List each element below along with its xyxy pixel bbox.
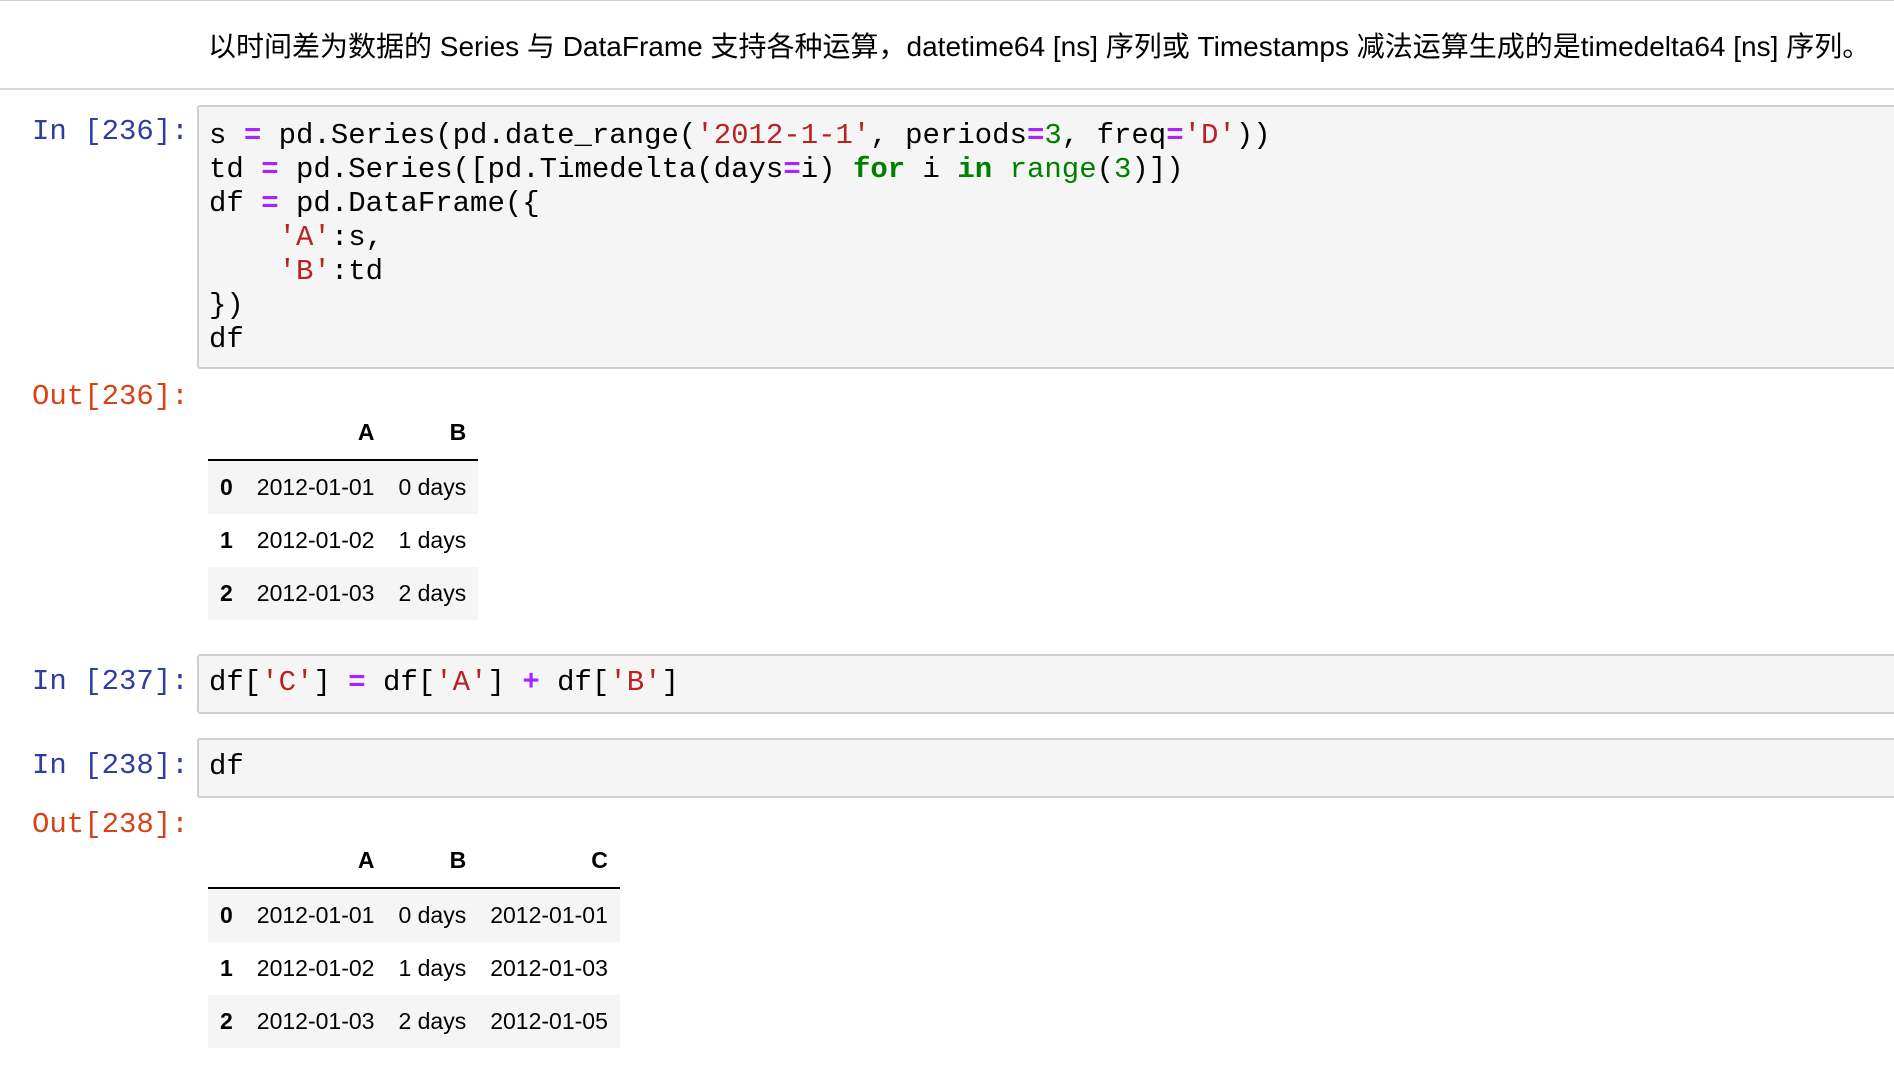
code-input-area-237[interactable]: df['C'] = df['A'] + df['B']	[197, 654, 1894, 714]
code-editor-236[interactable]: s = pd.Series(pd.date_range('2012-1-1', …	[209, 119, 1271, 357]
table-cell: 2012-01-02	[256, 955, 375, 981]
code-line: df	[209, 750, 244, 783]
table-row: 2 2012-01-03 2 days 2012-01-05	[208, 995, 620, 1048]
table-cell: 0 days	[398, 474, 467, 500]
code-line: 'B':td	[278, 255, 384, 288]
output-prompt-236: Out[236]:	[32, 380, 189, 413]
column-header: A	[244, 405, 387, 461]
code-editor-237[interactable]: df['C'] = df['A'] + df['B']	[209, 666, 679, 700]
code-line: td = pd.Series([pd.Timedelta(days=i) for…	[209, 153, 1184, 186]
input-prompt-236: In [236]:	[32, 115, 189, 148]
code-line: df	[209, 323, 244, 356]
table-cell: 2012-01-05	[490, 1008, 608, 1034]
dataframe-output-238: A B C 0 2012-01-01 0 days 2012-01-01 1 2…	[208, 833, 620, 1048]
row-index: 0	[220, 902, 233, 928]
table-cell: 1 days	[398, 955, 467, 981]
input-prompt-238: In [238]:	[32, 749, 189, 782]
code-line: df['C'] = df['A'] + df['B']	[209, 666, 679, 699]
index-header	[208, 405, 245, 461]
markdown-text: 以时间差为数据的 Series 与 DataFrame 支持各种运算，datet…	[208, 31, 1871, 62]
table-cell: 2012-01-03	[256, 580, 375, 606]
code-line: s = pd.Series(pd.date_range('2012-1-1', …	[209, 119, 1271, 152]
table-row: 1 2012-01-02 1 days	[208, 514, 478, 567]
table-row: 1 2012-01-02 1 days 2012-01-03	[208, 942, 620, 995]
table-cell: 2012-01-03	[256, 1008, 375, 1034]
table-cell: 2012-01-01	[256, 902, 375, 928]
column-header: B	[386, 833, 479, 889]
code-editor-238[interactable]: df	[209, 750, 244, 784]
row-index: 0	[220, 474, 233, 500]
output-prompt-238: Out[238]:	[32, 808, 189, 841]
code-input-area-238[interactable]: df	[197, 738, 1894, 798]
code-line: df = pd.DataFrame({	[209, 187, 540, 220]
markdown-cell[interactable]: 以时间差为数据的 Series 与 DataFrame 支持各种运算，datet…	[0, 0, 1894, 90]
table-header-row: A B C	[208, 833, 620, 889]
row-index: 1	[220, 955, 233, 981]
code-input-area-236[interactable]: s = pd.Series(pd.date_range('2012-1-1', …	[197, 105, 1894, 369]
code-line: })	[209, 289, 244, 322]
input-prompt-237: In [237]:	[32, 665, 189, 698]
dataframe-output-236: A B 0 2012-01-01 0 days 1 2012-01-02 1 d…	[208, 405, 479, 620]
table-cell: 2012-01-02	[256, 527, 375, 553]
table-cell: 2 days	[398, 580, 467, 606]
table-cell: 1 days	[398, 527, 467, 553]
table-header-row: A B	[208, 405, 479, 461]
column-header: C	[478, 833, 620, 889]
column-header: A	[244, 833, 387, 889]
column-header: B	[386, 405, 479, 461]
code-line: 'A':s,	[278, 221, 384, 254]
table-cell: 0 days	[398, 902, 467, 928]
table-row: 2 2012-01-03 2 days	[208, 567, 479, 620]
table-cell: 2012-01-01	[490, 902, 608, 928]
index-header	[208, 833, 245, 889]
row-index: 2	[220, 580, 233, 606]
table-cell: 2012-01-01	[256, 474, 375, 500]
row-index: 1	[220, 527, 233, 553]
table-row: 0 2012-01-01 0 days 2012-01-01	[208, 888, 620, 942]
row-index: 2	[220, 1008, 233, 1034]
table-cell: 2 days	[398, 1008, 467, 1034]
table-row: 0 2012-01-01 0 days	[208, 460, 479, 514]
table-cell: 2012-01-03	[490, 955, 608, 981]
